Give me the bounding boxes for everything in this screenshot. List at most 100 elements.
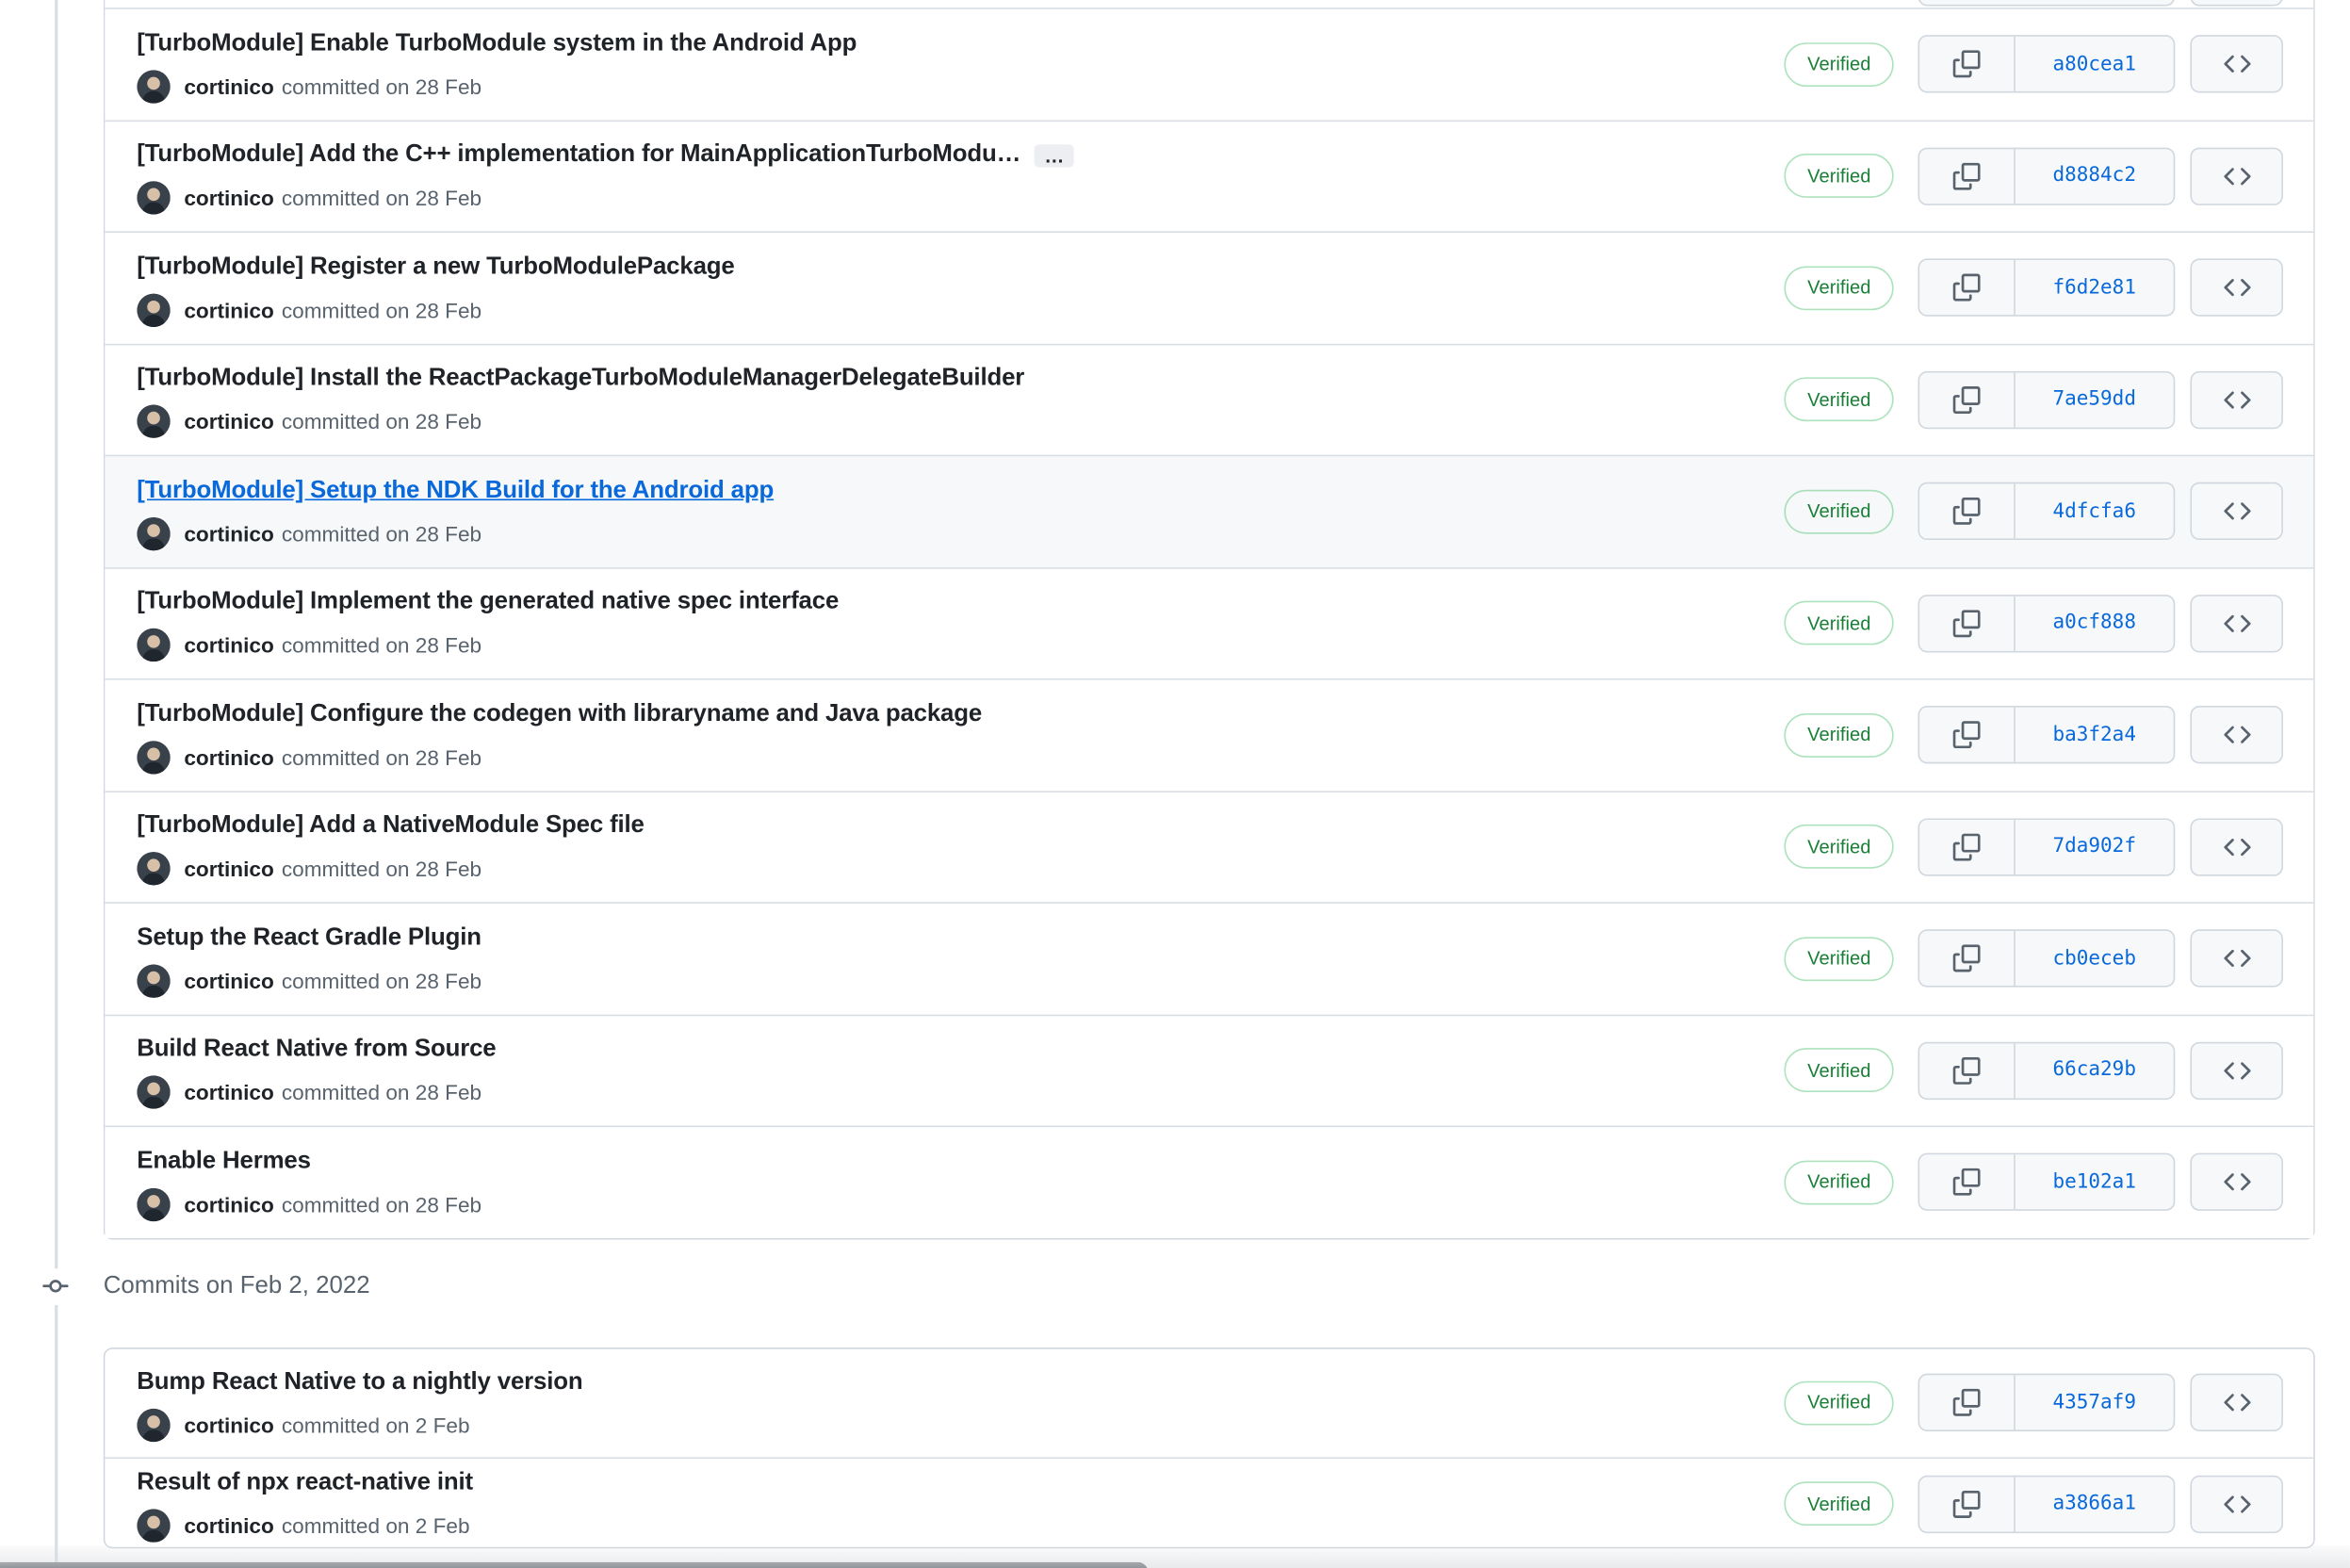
commit-sha-link[interactable]: a3866a1: [2015, 1477, 2174, 1531]
author-name-link[interactable]: cortinico: [184, 1513, 273, 1538]
verified-badge[interactable]: Verified: [1784, 712, 1894, 758]
browse-code-button[interactable]: [2190, 1041, 2283, 1100]
commit-sha-link[interactable]: 4dfcfa6: [2015, 484, 2174, 539]
author-avatar[interactable]: [137, 852, 171, 886]
commit-title-link[interactable]: Enable Hermes: [137, 1143, 311, 1180]
copy-sha-button[interactable]: [1919, 148, 2015, 204]
commit-meta: cortinico committed on 28 Feb: [137, 963, 1785, 998]
author-avatar[interactable]: [137, 1075, 171, 1110]
copy-sha-button[interactable]: [1919, 596, 2015, 651]
verified-badge[interactable]: Verified: [1784, 1160, 1894, 1205]
commit-title-link[interactable]: Bump React Native to a nightly version: [137, 1364, 582, 1400]
author-name-link[interactable]: cortinico: [184, 521, 273, 546]
browse-code-button[interactable]: [2190, 482, 2283, 541]
author-avatar[interactable]: [137, 1407, 171, 1442]
commit-sha-link[interactable]: 7ae59dd: [2015, 372, 2174, 427]
author-avatar[interactable]: [137, 404, 171, 439]
verified-badge[interactable]: Verified: [1784, 825, 1894, 870]
author-avatar[interactable]: [137, 629, 171, 662]
verified-badge[interactable]: Verified: [1784, 1380, 1894, 1425]
verified-badge[interactable]: Verified: [1784, 41, 1894, 87]
expand-commit-message-button[interactable]: …: [1034, 143, 1074, 168]
horizontal-scrollbar-thumb[interactable]: [0, 1561, 1149, 1568]
browse-code-button[interactable]: [2190, 1474, 2283, 1533]
author-name-link[interactable]: cortinico: [184, 633, 273, 658]
commit-title-link[interactable]: Result of npx react-native init: [137, 1464, 473, 1501]
author-avatar[interactable]: [137, 1509, 171, 1543]
commit-sha-link[interactable]: be102a1: [2015, 1155, 2174, 1210]
author-avatar[interactable]: [137, 963, 171, 998]
commit-sha-link[interactable]: a80cea1: [2015, 37, 2174, 91]
browse-code-button[interactable]: [2190, 818, 2283, 876]
copy-sha-button[interactable]: [1919, 1042, 2015, 1099]
verified-badge[interactable]: Verified: [1784, 489, 1894, 534]
code-icon: [2223, 1173, 2250, 1191]
author-avatar[interactable]: [137, 69, 171, 104]
verified-badge[interactable]: Verified: [1784, 266, 1894, 310]
browse-code-button[interactable]: [2190, 147, 2283, 205]
author-name-link[interactable]: cortinico: [184, 74, 273, 99]
author-name-link[interactable]: cortinico: [184, 1192, 273, 1217]
commit-title-link[interactable]: [TurboModule] Enable TurboModule system …: [137, 25, 857, 62]
browse-code-button[interactable]: [2190, 706, 2283, 764]
browse-code-button[interactable]: [2190, 594, 2283, 653]
browse-code-button[interactable]: [2190, 1152, 2283, 1212]
commit-date-text: committed on 28 Feb: [281, 409, 482, 434]
copy-sha-button[interactable]: [1919, 708, 2015, 763]
commit-title-link[interactable]: Setup the React Gradle Plugin: [137, 920, 481, 956]
commit-sha-link[interactable]: cb0eceb: [2015, 931, 2174, 986]
copy-sha-button[interactable]: [1919, 819, 2015, 874]
sha-button-group: 7da902f: [1918, 818, 2176, 876]
commit-title-link[interactable]: [TurboModule] Install the ReactPackageTu…: [137, 361, 1024, 398]
browse-code-button[interactable]: [2190, 35, 2283, 93]
author-name-link[interactable]: cortinico: [184, 186, 273, 210]
verified-badge[interactable]: Verified: [1784, 1481, 1894, 1527]
commit-sha-link[interactable]: d8884c2: [2015, 149, 2174, 204]
commit-sha-link[interactable]: ba3f2a4: [2015, 708, 2174, 762]
code-icon: [2223, 726, 2250, 744]
author-avatar[interactable]: [137, 181, 171, 216]
copy-sha-button[interactable]: [1919, 931, 2015, 987]
commit-title-link[interactable]: [TurboModule] Implement the generated na…: [137, 584, 839, 621]
commit-title-link[interactable]: [TurboModule] Add a NativeModule Spec fi…: [137, 808, 644, 845]
clipped-button-fragment: [2190, 0, 2283, 7]
commit-title-link[interactable]: [TurboModule] Configure the codegen with…: [137, 696, 982, 733]
commit-sha-link[interactable]: 4357af9: [2015, 1375, 2174, 1429]
verified-badge[interactable]: Verified: [1784, 936, 1894, 981]
author-avatar[interactable]: [137, 740, 171, 775]
commit-title-link[interactable]: [TurboModule] Add the C++ implementation…: [137, 138, 1020, 174]
author-avatar[interactable]: [137, 1187, 171, 1221]
browse-code-button[interactable]: [2190, 929, 2283, 988]
author-name-link[interactable]: cortinico: [184, 1413, 273, 1437]
copy-sha-button[interactable]: [1919, 1476, 2015, 1531]
commit-title-link[interactable]: [TurboModule] Setup the NDK Build for th…: [137, 473, 774, 510]
copy-sha-button[interactable]: [1919, 260, 2015, 316]
commit-sha-link[interactable]: a0cf888: [2015, 596, 2174, 650]
verified-badge[interactable]: Verified: [1784, 154, 1894, 199]
author-name-link[interactable]: cortinico: [184, 1080, 273, 1104]
author-name-link[interactable]: cortinico: [184, 410, 273, 434]
copy-sha-button[interactable]: [1919, 37, 2015, 92]
copy-sha-button[interactable]: [1919, 1154, 2015, 1210]
browse-code-button[interactable]: [2190, 1373, 2283, 1431]
browse-code-button[interactable]: [2190, 258, 2283, 318]
author-name-link[interactable]: cortinico: [184, 745, 273, 770]
commit-sha-link[interactable]: f6d2e81: [2015, 260, 2174, 315]
verified-badge[interactable]: Verified: [1784, 601, 1894, 645]
copy-sha-button[interactable]: [1919, 372, 2015, 428]
commit-title-link[interactable]: Build React Native from Source: [137, 1032, 496, 1069]
commit-sha-link[interactable]: 66ca29b: [2015, 1043, 2174, 1098]
author-name-link[interactable]: cortinico: [184, 857, 273, 881]
copy-sha-button[interactable]: [1919, 483, 2015, 539]
commit-info: Result of npx react-native init … cortin…: [137, 1464, 1785, 1543]
commit-title-link[interactable]: [TurboModule] Register a new TurboModule…: [137, 249, 734, 286]
verified-badge[interactable]: Verified: [1784, 377, 1894, 422]
author-name-link[interactable]: cortinico: [184, 969, 273, 993]
verified-badge[interactable]: Verified: [1784, 1048, 1894, 1093]
browse-code-button[interactable]: [2190, 370, 2283, 429]
author-avatar[interactable]: [137, 293, 171, 327]
author-avatar[interactable]: [137, 516, 171, 550]
copy-sha-button[interactable]: [1919, 1375, 2015, 1430]
commit-sha-link[interactable]: 7da902f: [2015, 820, 2174, 874]
author-name-link[interactable]: cortinico: [184, 298, 273, 322]
